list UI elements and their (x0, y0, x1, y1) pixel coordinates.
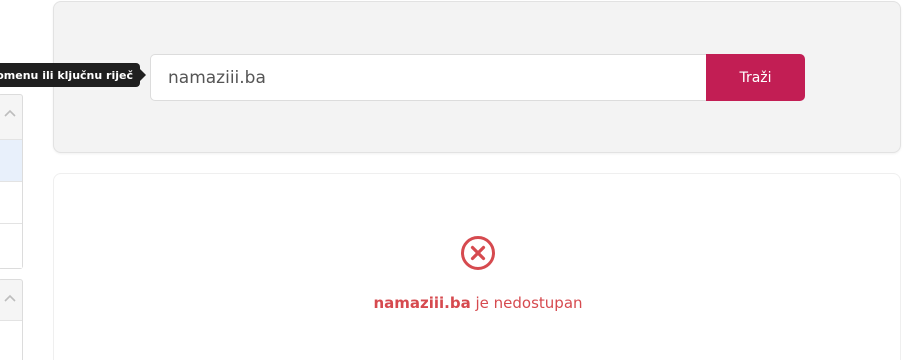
domain-search-card: Traži (53, 1, 901, 153)
sidebar-panel (0, 94, 23, 269)
chevron-up-icon[interactable] (0, 103, 21, 123)
sidebar-item-active[interactable] (0, 139, 22, 181)
sidebar-item[interactable] (0, 181, 22, 223)
result-domain: namaziii.ba (373, 294, 471, 312)
search-button[interactable]: Traži (706, 54, 805, 101)
sidebar-item[interactable] (0, 223, 22, 268)
domain-search-input[interactable] (150, 54, 707, 101)
x-circle-icon (460, 235, 496, 271)
sidebar-item[interactable] (0, 320, 22, 360)
search-result-card: namaziii.ba je nedostupan (53, 173, 901, 360)
sidebar-panel (0, 279, 23, 360)
search-tooltip: te domenu ili ključnu riječ (0, 63, 140, 87)
page: Traži te domenu ili ključnu riječ namazi… (0, 0, 906, 360)
result-status-text: je nedostupan (470, 294, 583, 312)
result-message: namaziii.ba je nedostupan (54, 294, 902, 312)
chevron-up-icon[interactable] (0, 288, 21, 308)
tooltip-arrow (140, 69, 146, 81)
